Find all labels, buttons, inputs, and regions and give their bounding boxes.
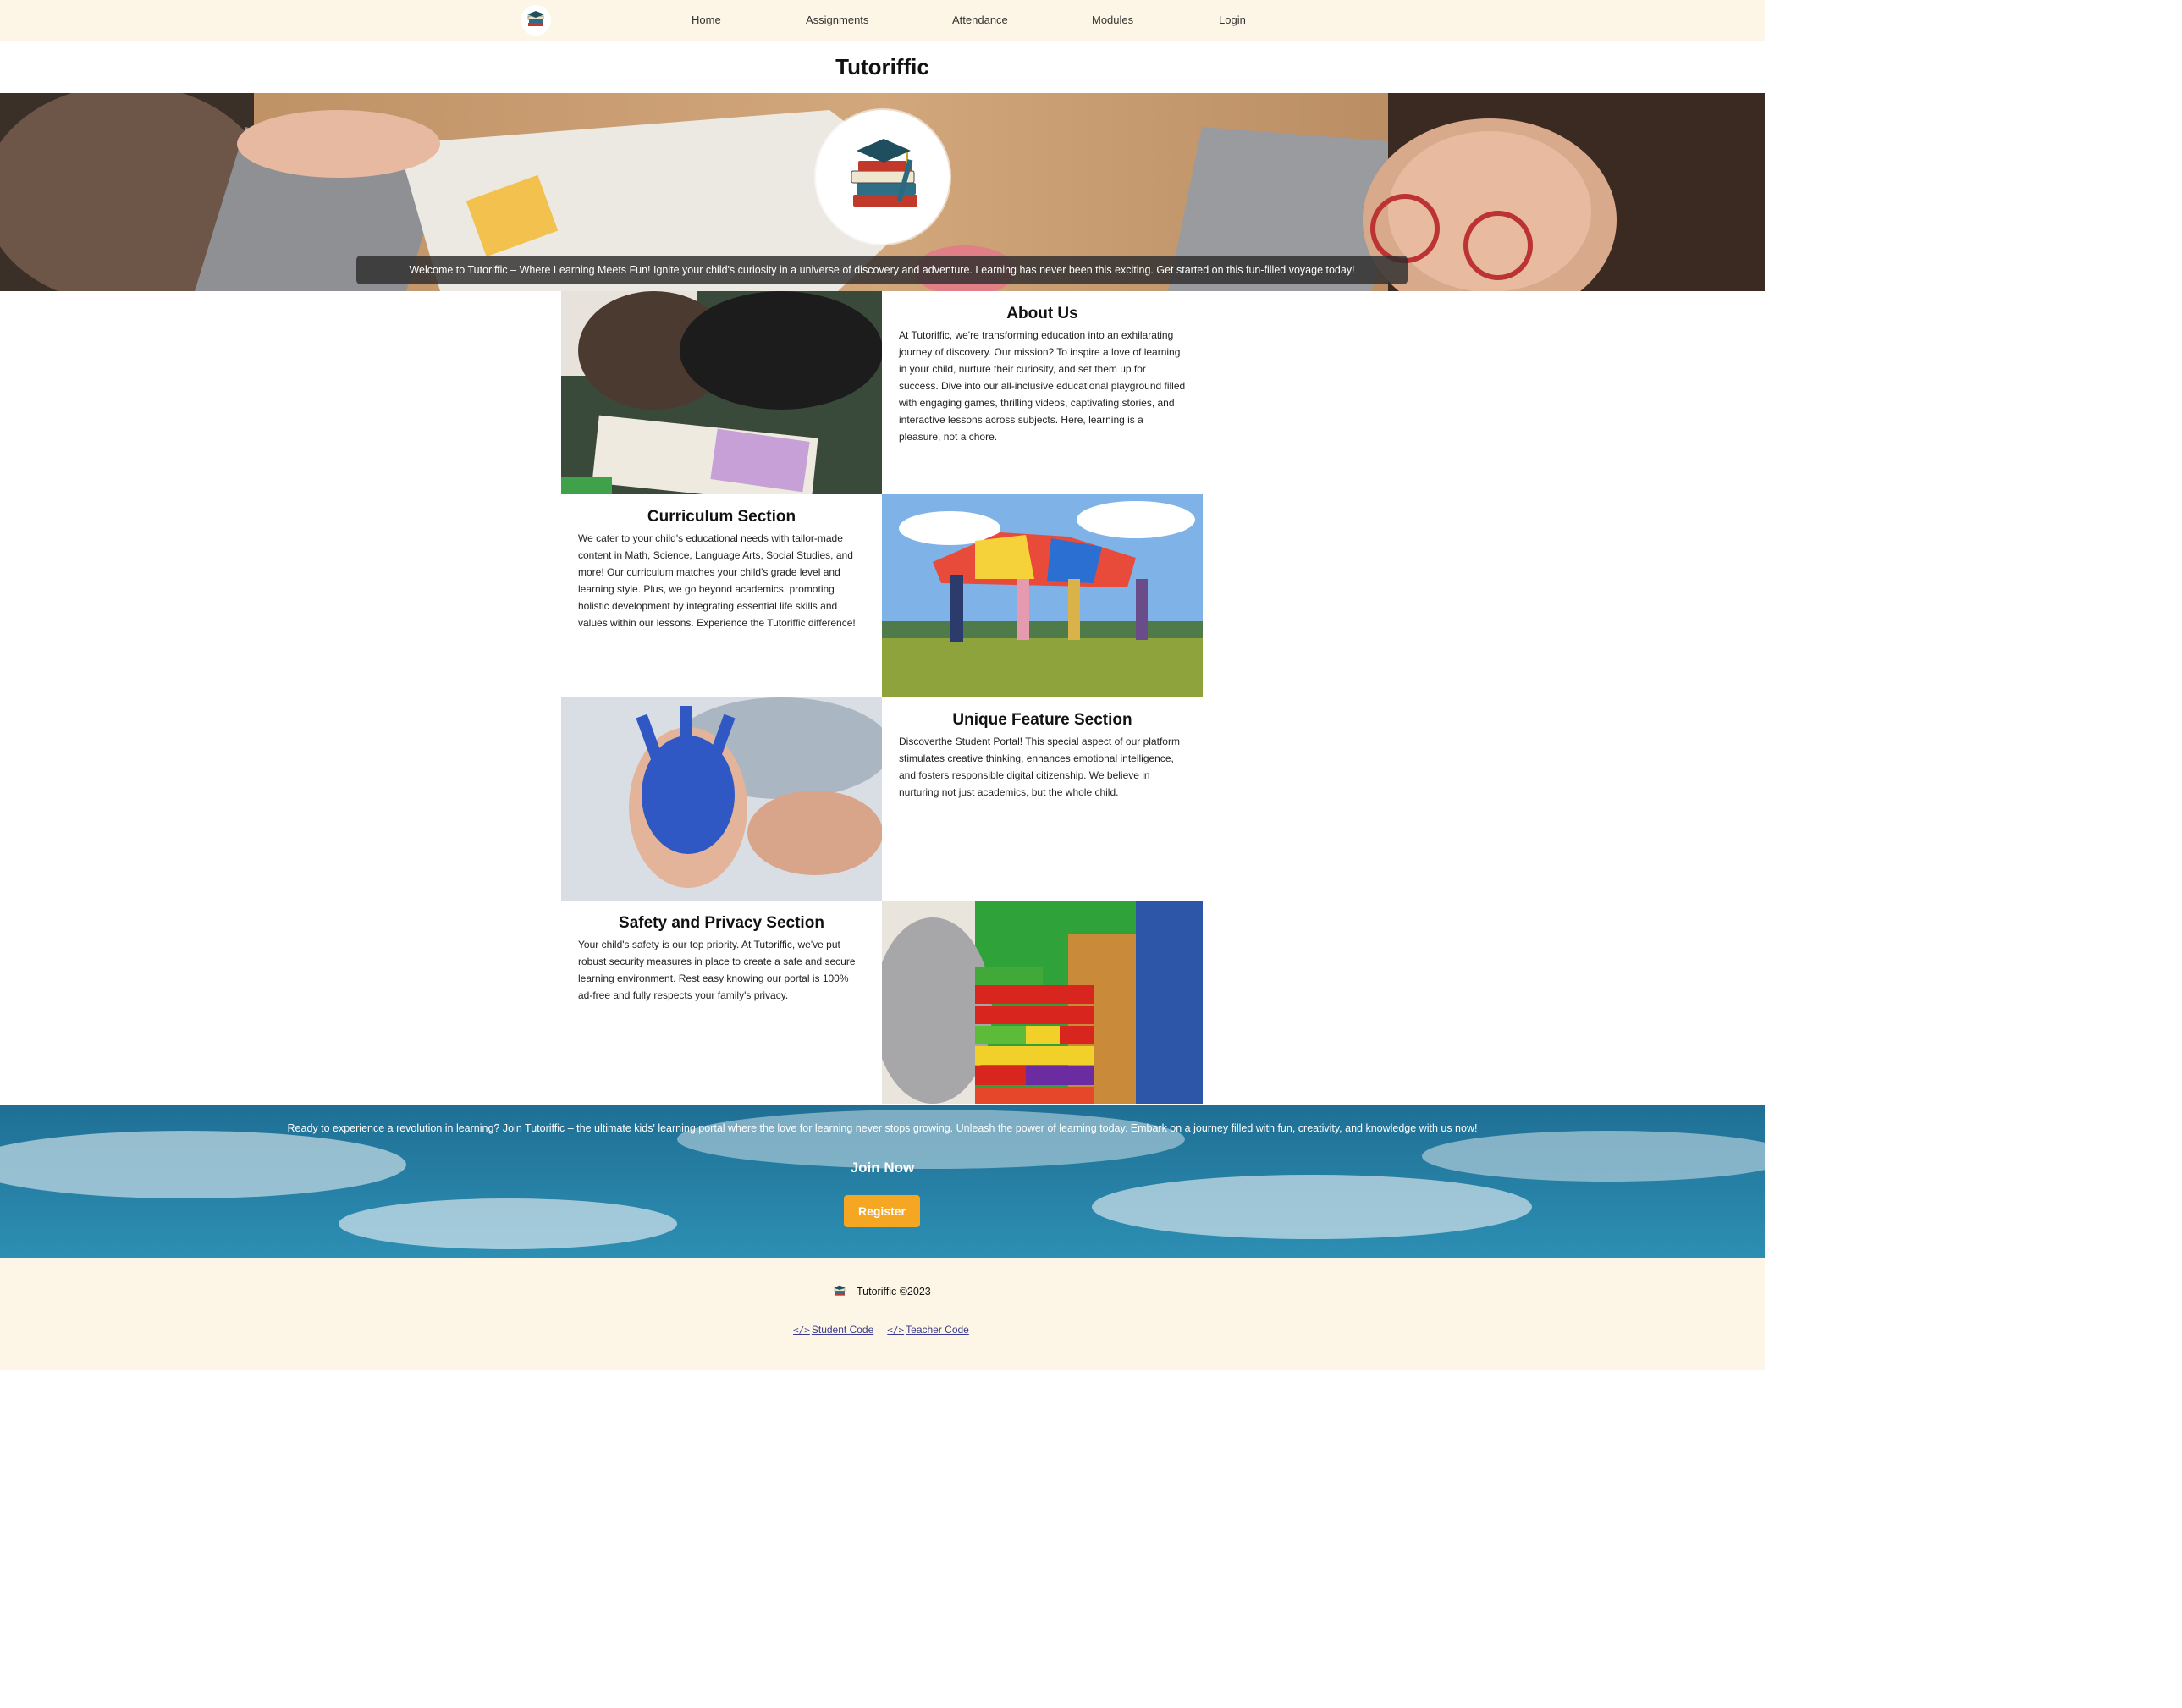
about-section: About Us At Tutoriffic, we're transformi… [882,291,1203,494]
cta-text: Ready to experience a revolution in lear… [287,1122,1478,1134]
unique-text: Discoverthe Student Portal! This special… [899,736,1180,798]
safety-image [882,901,1203,1104]
footer-links: </> Student Code </> Teacher Code [793,1324,969,1336]
curriculum-heading: Curriculum Section [647,508,796,526]
student-code-link[interactable]: </> Student Code [793,1324,873,1336]
safety-text: Your child's safety is our top priority.… [578,939,856,1001]
nav-attendance[interactable]: Attendance [952,0,1008,41]
footer-brand: Tutoriffic ©2023 [829,1281,931,1302]
student-code-label: Student Code [811,1324,874,1336]
unique-heading: Unique Feature Section [952,711,1132,729]
about-image [561,291,882,494]
page-title: Tutoriffic [835,54,929,80]
unique-image [561,697,882,901]
hero-logo [816,110,950,244]
books-graduation-cap-icon [834,1285,846,1296]
footer-copyright: Tutoriffic ©2023 [857,1286,931,1298]
nav-assignments[interactable]: Assignments [806,0,868,41]
safety-heading: Safety and Privacy Section [619,914,824,932]
code-icon: </> [793,1324,810,1336]
unique-section: Unique Feature Section Discoverthe Stude… [882,697,1203,901]
title-bar: Tutoriffic [0,41,1765,93]
cta-banner: Ready to experience a revolution in lear… [0,1105,1765,1258]
safety-section: Safety and Privacy Section Your child's … [561,901,882,1104]
code-icon: </> [887,1324,905,1336]
about-heading: About Us [1006,305,1078,322]
teacher-code-link[interactable]: </> Teacher Code [887,1324,969,1336]
teacher-code-label: Teacher Code [906,1324,969,1336]
footer: Tutoriffic ©2023 </> Student Code </> Te… [0,1258,1765,1370]
curriculum-text: We cater to your child's educational nee… [578,532,856,629]
curriculum-image [882,494,1203,697]
nav-modules[interactable]: Modules [1092,0,1133,41]
join-heading: Join Now [850,1160,915,1176]
top-nav: Home Assignments Attendance Modules Logi… [0,0,1765,41]
content-grid: About Us At Tutoriffic, we're transformi… [561,291,1203,1107]
hero-banner: Welcome to Tutoriffic – Where Learning M… [0,93,1765,291]
about-text: At Tutoriffic, we're transforming educat… [899,329,1186,443]
welcome-banner: Welcome to Tutoriffic – Where Learning M… [356,256,1408,284]
register-button[interactable]: Register [844,1195,920,1227]
nav-home[interactable]: Home [692,0,721,41]
curriculum-section: Curriculum Section We cater to your chil… [561,494,882,697]
books-logo-icon[interactable] [521,5,551,36]
page: Home Assignments Attendance Modules Logi… [0,0,1765,1370]
books-graduation-cap-icon [851,139,917,207]
nav-login[interactable]: Login [1219,0,1246,41]
